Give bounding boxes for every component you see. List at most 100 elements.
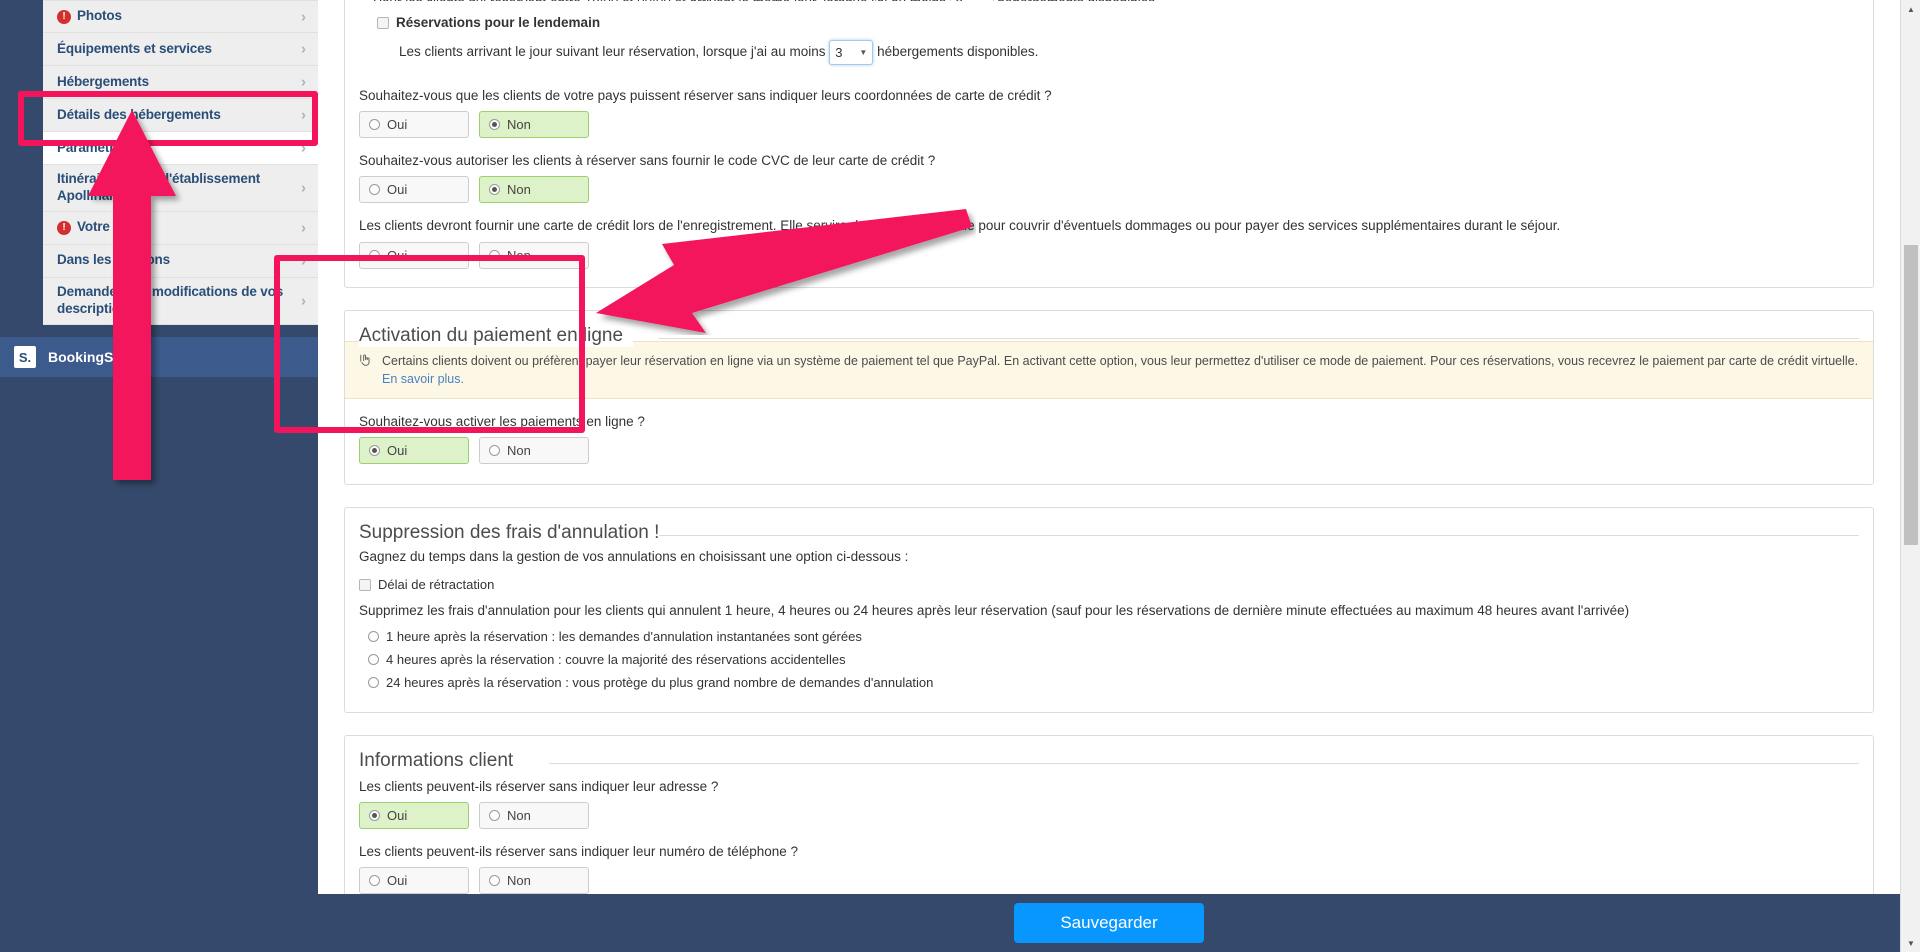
radio-label: Oui xyxy=(387,873,408,889)
next-day-checkbox-label: Réservations pour le lendemain xyxy=(396,15,601,30)
radio-country-no-cc-oui[interactable]: Oui xyxy=(359,111,469,139)
radio-dot-icon xyxy=(369,249,380,261)
section-title-online-payment: Activation du paiement en ligne xyxy=(359,324,634,347)
radio-online-payments-non[interactable]: Non xyxy=(479,437,589,465)
sidebar-item-5[interactable]: Itinéraire jusqu'à l'établissement Apoll… xyxy=(43,165,318,212)
sidebar-item-label: Demander des modifications de vos descri… xyxy=(57,283,284,316)
sidebar-item-2[interactable]: Hébergements › xyxy=(43,66,318,99)
section-title-client-info: Informations client xyxy=(359,749,524,772)
question-no-cvc: Souhaitez-vous autoriser les clients à r… xyxy=(359,153,936,169)
cancellation-option-label: 1 heure après la réservation : les deman… xyxy=(386,628,862,644)
online-payment-notice-text: Certains clients doivent ou préfèrent pa… xyxy=(382,352,1859,388)
notice-body: Certains clients doivent ou préfèrent pa… xyxy=(382,353,1859,368)
section-title-cancellation: Suppression des frais d'annulation ! xyxy=(359,522,670,545)
cancellation-intro: Gagnez du temps dans la gestion de vos a… xyxy=(359,549,909,565)
bookingsuite-logo-icon: S. xyxy=(14,346,36,368)
sidebar-item-label: Hébergements xyxy=(57,73,149,89)
sidebar-item-label: Dans les environs xyxy=(57,252,170,268)
radio-dot-icon xyxy=(368,676,379,688)
chevron-right-icon: › xyxy=(301,40,306,58)
sidebar-item-7[interactable]: Dans les environs › xyxy=(43,244,318,278)
save-button[interactable]: Sauvegarder xyxy=(1014,903,1204,943)
radio-dot-icon xyxy=(489,184,500,196)
scrollbar-thumb[interactable] xyxy=(1904,245,1918,545)
radio-phone-non[interactable]: Non xyxy=(479,867,589,895)
radio-label: Non xyxy=(507,117,531,133)
radio-dot-icon xyxy=(489,875,500,887)
sidebar-item-1[interactable]: Équipements et services › xyxy=(43,33,318,66)
radio-label: Oui xyxy=(387,117,408,133)
chevron-right-icon: › xyxy=(301,292,306,310)
radio-group-no-cvc: Oui Non xyxy=(359,176,1859,204)
learn-more-link[interactable]: En savoir plus. xyxy=(382,372,464,386)
withdrawal-period-label: Délai de rétractation xyxy=(378,577,495,593)
chevron-down-icon: ▼ xyxy=(980,0,988,1)
scroll-up-icon[interactable]: ▲ xyxy=(1901,0,1920,18)
chevron-right-icon: › xyxy=(301,73,306,91)
brand-bookingsuite[interactable]: S. BookingSuite xyxy=(0,337,318,377)
radio-dot-icon xyxy=(489,119,500,131)
save-bar: Sauvegarder xyxy=(318,894,1900,952)
alert-badge-icon: ! xyxy=(57,9,71,24)
radio-deposit-cc-oui[interactable]: Oui xyxy=(359,241,469,269)
next-day-units-select[interactable]: 3 ▼ xyxy=(829,40,874,65)
radio-dot-icon xyxy=(368,653,379,665)
clipped-same-day-suffix: hébergements disponibles. xyxy=(997,0,1158,1)
alert-badge-icon: ! xyxy=(57,220,71,235)
page-scrollbar[interactable]: ▲ ▼ xyxy=(1900,0,1920,952)
sidebar-item-0[interactable]: ! Photos › xyxy=(43,0,318,33)
radio-no-cvc-oui[interactable]: Oui xyxy=(359,176,469,204)
radio-country-no-cc-non[interactable]: Non xyxy=(479,111,589,139)
sidebar-item-label: Paramètres xyxy=(57,139,130,155)
cancellation-description: Supprimez les frais d'annulation pour le… xyxy=(359,603,1630,619)
next-day-units-row: Les clients arrivant le jour suivant leu… xyxy=(399,40,1859,65)
radio-label: Non xyxy=(507,247,531,263)
sidebar-item-3[interactable]: Détails des hébergements › xyxy=(43,99,318,132)
sidebar-nav-panel: ! Photos › Équipements et services › Hébergem… xyxy=(43,0,318,325)
question-deposit-cc: Les clients devront fournir une carte de… xyxy=(359,218,1561,234)
withdrawal-period-checkbox[interactable] xyxy=(359,578,371,591)
clipped-same-day-text: Pour les clients qui réservent entre 18:… xyxy=(373,0,946,1)
main-content: Pour les clients qui réservent entre 18:… xyxy=(318,0,1900,952)
sidebar-item-8[interactable]: Demander des modifications de vos descri… xyxy=(43,277,318,325)
chevron-right-icon: › xyxy=(301,106,306,124)
radio-group-enable-online-payments: Oui Non xyxy=(359,437,1859,465)
sidebar-item-label: Détails des hébergements xyxy=(57,106,221,122)
cancellation-option-2[interactable]: 4 heures après la réservation : couvre l… xyxy=(368,652,1859,667)
radio-phone-oui[interactable]: Oui xyxy=(359,867,469,895)
chevron-right-icon: › xyxy=(301,252,306,270)
sidebar-item-4[interactable]: Paramètres › xyxy=(43,132,318,165)
radio-dot-icon xyxy=(369,119,380,131)
chevron-down-icon: ▼ xyxy=(859,48,868,57)
sidebar-item-label: Photos xyxy=(77,8,122,24)
scroll-down-icon[interactable]: ▼ xyxy=(1901,934,1920,952)
radio-label: Oui xyxy=(387,182,408,198)
withdrawal-period-row[interactable]: Délai de rétractation xyxy=(359,577,1859,592)
same-day-units-select[interactable]: 3 ▼ xyxy=(949,0,994,1)
clipped-same-day-line: Pour les clients qui réservent entre 18:… xyxy=(359,0,1859,1)
radio-group-deposit-cc: Oui Non xyxy=(359,241,1859,269)
sidebar-item-label: Équipements et services xyxy=(57,40,212,56)
chevron-right-icon: › xyxy=(301,179,306,197)
radio-address-oui[interactable]: Oui xyxy=(359,802,469,830)
radio-address-non[interactable]: Non xyxy=(479,802,589,830)
radio-label: Non xyxy=(507,182,531,198)
sidebar-item-label: Votre profil xyxy=(77,219,147,235)
next-day-checkbox[interactable] xyxy=(377,16,389,29)
app-root: ! Photos › Équipements et services › Hébergem… xyxy=(0,0,1920,952)
sidebar-item-6[interactable]: ! Votre profil › xyxy=(43,211,318,245)
radio-deposit-cc-non[interactable]: Non xyxy=(479,241,589,269)
card-availability-creditcard: Pour les clients qui réservent entre 18:… xyxy=(344,0,1874,288)
cancellation-option-3[interactable]: 24 heures après la réservation : vous pr… xyxy=(368,675,1859,690)
cancellation-option-1[interactable]: 1 heure après la réservation : les deman… xyxy=(368,629,1859,644)
cancellation-option-label: 24 heures après la réservation : vous pr… xyxy=(386,674,934,690)
radio-online-payments-oui[interactable]: Oui xyxy=(359,437,469,465)
next-day-checkbox-row[interactable]: Réservations pour le lendemain xyxy=(377,15,1859,30)
radio-dot-icon xyxy=(489,810,500,822)
pointing-hand-icon xyxy=(359,353,373,388)
radio-dot-icon xyxy=(369,184,380,196)
card-cancellation-fees: Suppression des frais d'annulation ! Gag… xyxy=(344,507,1874,713)
radio-no-cvc-non[interactable]: Non xyxy=(479,176,589,204)
question-country-no-cc: Souhaitez-vous que les clients de votre … xyxy=(359,88,1052,103)
question-enable-online-payments: Souhaitez-vous activer les paiements en … xyxy=(359,413,645,429)
